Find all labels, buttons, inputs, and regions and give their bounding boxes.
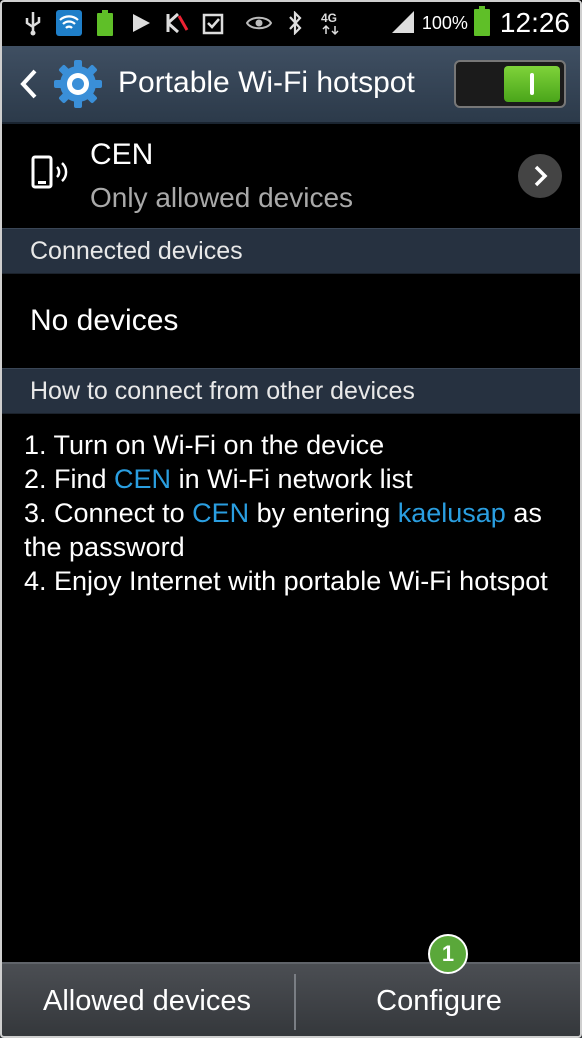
settings-gear-icon bbox=[52, 58, 104, 110]
network-name: CEN bbox=[90, 138, 154, 171]
status-right: 100% 12:26 bbox=[390, 4, 570, 42]
page-title: Portable Wi-Fi hotspot bbox=[118, 66, 415, 99]
hotspot-toggle[interactable] bbox=[454, 60, 566, 108]
phone-wifi-icon bbox=[30, 154, 72, 197]
network-details-button[interactable] bbox=[518, 154, 562, 198]
connected-devices-title: Connected devices bbox=[30, 237, 243, 265]
usb-icon bbox=[20, 10, 46, 36]
chevron-right-icon bbox=[534, 165, 548, 187]
allowed-devices-button[interactable]: Allowed devices bbox=[0, 964, 294, 1038]
no-devices-text: No devices bbox=[30, 304, 179, 337]
step-2: 2. Find CEN in Wi-Fi network list bbox=[24, 464, 413, 494]
step-4: 4. Enjoy Internet with portable Wi-Fi ho… bbox=[24, 566, 548, 596]
step-3: 3. Connect to CEN by entering kaelusap a… bbox=[24, 498, 542, 562]
toggle-knob bbox=[504, 66, 560, 102]
bottom-action-bar: Allowed devices Configure bbox=[0, 962, 582, 1038]
clock: 12:26 bbox=[499, 7, 570, 38]
how-to-connect-header: How to connect from other devices bbox=[0, 368, 582, 414]
action-bar: Portable Wi-Fi hotspot bbox=[0, 46, 582, 124]
signal-icon bbox=[390, 9, 416, 38]
connected-devices-header: Connected devices bbox=[0, 228, 582, 274]
play-store-icon bbox=[128, 10, 154, 36]
battery-icon bbox=[473, 5, 490, 41]
how-to-connect-title: How to connect from other devices bbox=[30, 377, 415, 405]
ssid-highlight: CEN bbox=[114, 464, 172, 494]
svg-text:4G: 4G bbox=[321, 11, 337, 25]
ssid-highlight: CEN bbox=[192, 498, 250, 528]
connection-instructions: 1. Turn on Wi-Fi on the device 2. Find C… bbox=[24, 428, 576, 598]
eye-icon bbox=[246, 10, 272, 36]
wifi-icon bbox=[56, 10, 82, 36]
step-1: 1. Turn on Wi-Fi on the device bbox=[24, 430, 385, 460]
password-highlight: kaelusap bbox=[397, 498, 506, 528]
network-config-row[interactable]: CEN Only allowed devices bbox=[0, 124, 582, 228]
clipboard-icon bbox=[200, 10, 226, 36]
4g-icon: 4G bbox=[318, 10, 344, 36]
network-security-mode: Only allowed devices bbox=[90, 182, 354, 213]
bluetooth-icon bbox=[282, 10, 308, 36]
annotation-badge: 1 bbox=[428, 934, 468, 974]
status-icons: 4G bbox=[20, 8, 344, 38]
battery-small-icon bbox=[92, 10, 118, 36]
kaspersky-icon bbox=[164, 10, 190, 36]
battery-percent: 100% bbox=[421, 12, 468, 33]
back-button[interactable] bbox=[14, 66, 44, 102]
status-bar: 4G 100% 12:26 bbox=[0, 0, 582, 46]
chevron-left-icon bbox=[20, 69, 37, 99]
configure-button[interactable]: Configure bbox=[296, 964, 582, 1038]
